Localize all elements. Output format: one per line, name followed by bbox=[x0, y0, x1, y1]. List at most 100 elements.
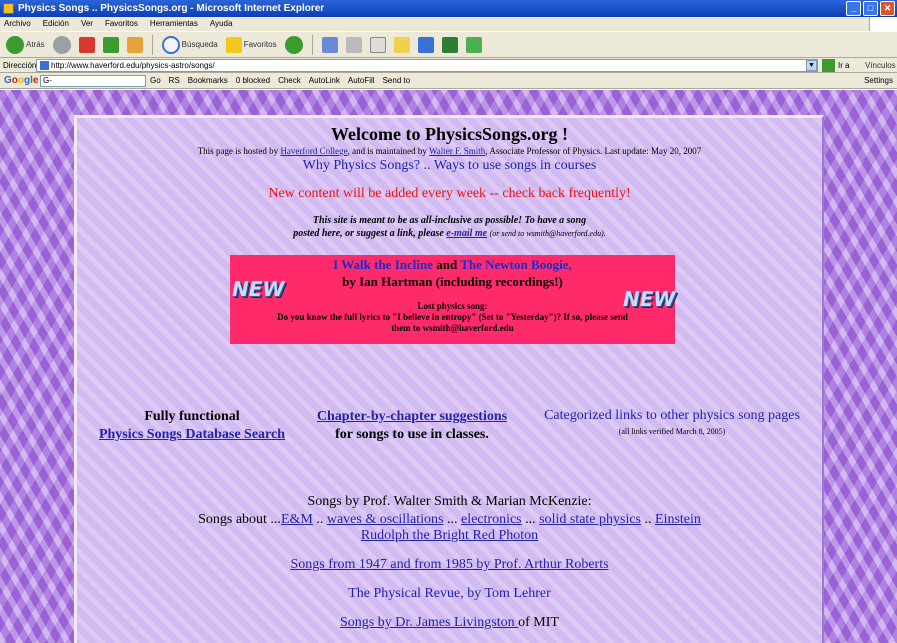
inclusive-notice: This site is meant to be as all-inclusiv… bbox=[247, 214, 652, 240]
google-toolbar-right: Settings bbox=[864, 73, 893, 89]
fully-functional-label: Fully functional bbox=[144, 409, 240, 424]
menu-file[interactable]: Archivo bbox=[4, 17, 31, 31]
google-autolink-button[interactable]: AutoLink bbox=[309, 73, 340, 89]
minimize-button[interactable]: _ bbox=[846, 1, 861, 16]
home-button[interactable] bbox=[125, 34, 145, 56]
categorized-links-link[interactable]: Categorized links to other physics song … bbox=[527, 408, 817, 424]
back-button[interactable]: Atrás bbox=[4, 34, 47, 56]
database-search-column: Fully functional Physics Songs Database … bbox=[87, 408, 297, 444]
google-bookmarks-button[interactable]: Bookmarks bbox=[188, 73, 228, 89]
database-search-link[interactable]: Physics Songs Database Search bbox=[99, 427, 285, 442]
walter-smith-link[interactable]: Walter F. Smith bbox=[429, 146, 485, 156]
electronics-songs-link[interactable]: electronics bbox=[461, 512, 522, 527]
maximize-button[interactable]: □ bbox=[863, 1, 878, 16]
google-search-input[interactable]: G- bbox=[40, 75, 146, 87]
search-icon bbox=[161, 35, 180, 54]
em-songs-link[interactable]: E&M bbox=[281, 512, 313, 527]
menu-favorites[interactable]: Favoritos bbox=[105, 17, 138, 31]
walk-the-incline-link[interactable]: I Walk the Incline bbox=[333, 257, 433, 272]
stop-button[interactable] bbox=[77, 34, 97, 56]
window-titlebar: Physics Songs .. PhysicsSongs.org - Micr… bbox=[0, 0, 897, 17]
why-physics-songs-link[interactable]: Why Physics Songs? .. Ways to use songs … bbox=[77, 158, 822, 174]
inclusive-line2: posted here, or suggest a link, please bbox=[293, 228, 447, 239]
history-button[interactable] bbox=[283, 34, 305, 56]
hosted-suffix: , Associate Professor of Physics. Last u… bbox=[485, 146, 702, 156]
content-panel: Welcome to PhysicsSongs.org ! This page … bbox=[74, 115, 824, 643]
page-viewport: Welcome to PhysicsSongs.org ! This page … bbox=[0, 90, 897, 643]
forward-button[interactable] bbox=[51, 34, 73, 56]
arthur-roberts-link[interactable]: Songs from 1947 and from 1985 by Prof. A… bbox=[290, 557, 608, 572]
links-verified-note: (all links verified March 8, 2005) bbox=[618, 427, 726, 436]
mail-icon bbox=[321, 36, 338, 53]
print-icon bbox=[345, 36, 362, 53]
close-button[interactable]: ✕ bbox=[880, 1, 895, 16]
edit-button[interactable] bbox=[368, 34, 388, 56]
songs-by-smith: Songs by Prof. Walter Smith & Marian McK… bbox=[77, 493, 822, 529]
google-autofill-button[interactable]: AutoFill bbox=[348, 73, 375, 89]
lost-song-body: Do you know the full lyrics to "I believ… bbox=[277, 312, 628, 333]
physical-revue-link[interactable]: The Physical Revue, by Tom Lehrer bbox=[77, 586, 822, 602]
google-go-button[interactable]: Go bbox=[150, 73, 161, 89]
hosted-line: This page is hosted by Haverford College… bbox=[77, 146, 822, 156]
page-title: Welcome to PhysicsSongs.org ! bbox=[331, 124, 568, 144]
window-controls: _ □ ✕ bbox=[846, 1, 895, 16]
download-icon bbox=[441, 36, 458, 53]
browser-toolbar: Atrás Búsqueda Favoritos bbox=[0, 31, 897, 58]
toolbar-separator bbox=[151, 34, 153, 55]
featured-and: and bbox=[432, 257, 461, 272]
messenger-button[interactable] bbox=[464, 34, 484, 56]
new-content-notice: New content will be added every week -- … bbox=[268, 186, 631, 201]
back-label: Atrás bbox=[26, 40, 45, 49]
links-button[interactable]: Vínculos bbox=[865, 58, 896, 73]
menu-bar: Archivo Edición Ver Favoritos Herramient… bbox=[0, 17, 897, 31]
arthur-roberts-row: Songs from 1947 and from 1985 by Prof. A… bbox=[77, 557, 822, 573]
download-button[interactable] bbox=[440, 34, 460, 56]
refresh-button[interactable] bbox=[101, 34, 121, 56]
search-label: Búsqueda bbox=[181, 40, 218, 49]
rudolph-row: Rudolph the Bright Red Photon bbox=[77, 528, 822, 544]
mail-button[interactable] bbox=[320, 34, 340, 56]
google-sendto-button[interactable]: Send to bbox=[383, 73, 411, 89]
livingston-suffix: of MIT bbox=[518, 615, 559, 630]
edit-icon bbox=[369, 36, 386, 53]
menu-edit[interactable]: Edición bbox=[43, 17, 69, 31]
livingston-link[interactable]: Songs by Dr. James Livingston bbox=[340, 615, 518, 630]
haverford-link[interactable]: Haverford College bbox=[280, 146, 347, 156]
google-toolbar-items: Go RS Bookmarks 0 blocked Check AutoLink… bbox=[150, 73, 410, 89]
address-dropdown-button[interactable]: ▼ bbox=[806, 60, 817, 71]
rudolph-link[interactable]: Rudolph the Bright Red Photon bbox=[361, 528, 538, 543]
einstein-songs-link[interactable]: Einstein bbox=[655, 512, 701, 527]
go-button[interactable]: Ir a bbox=[838, 58, 850, 73]
email-me-link[interactable]: e-mail me bbox=[446, 228, 487, 239]
research-button[interactable] bbox=[416, 34, 436, 56]
forward-arrow-icon bbox=[52, 35, 71, 54]
page-icon bbox=[40, 61, 49, 70]
google-settings-button[interactable]: Settings bbox=[864, 73, 893, 89]
menu-tools[interactable]: Herramientas bbox=[150, 17, 198, 31]
address-label: Dirección bbox=[3, 61, 37, 70]
go-arrow-icon[interactable] bbox=[822, 59, 835, 72]
waves-songs-link[interactable]: waves & oscillations bbox=[327, 512, 444, 527]
print-button[interactable] bbox=[344, 34, 364, 56]
ie-icon bbox=[3, 3, 14, 14]
address-input[interactable]: http://www.haverford.edu/physics-astro/s… bbox=[36, 59, 818, 72]
google-rs-button[interactable]: RS bbox=[169, 73, 180, 89]
songs-about-line: Songs about ...E&M .. waves & oscillatio… bbox=[198, 512, 701, 527]
chapter-suggestions-link[interactable]: Chapter-by-chapter suggestions bbox=[317, 409, 507, 424]
favorites-button[interactable]: Favoritos bbox=[224, 34, 279, 56]
menu-view[interactable]: Ver bbox=[81, 17, 93, 31]
google-popup-blocked[interactable]: 0 blocked bbox=[236, 73, 270, 89]
search-button[interactable]: Búsqueda bbox=[160, 34, 220, 56]
google-toolbar: Google G- Go RS Bookmarks 0 blocked Chec… bbox=[0, 73, 897, 89]
folder-button[interactable] bbox=[392, 34, 412, 56]
chapter-suggestions-text: for songs to use in classes. bbox=[335, 427, 489, 442]
research-icon bbox=[417, 36, 434, 53]
google-logo: Google bbox=[4, 75, 39, 86]
home-icon bbox=[126, 36, 143, 53]
newton-boogie-link[interactable]: The Newton Boogie, bbox=[460, 257, 572, 272]
menu-help[interactable]: Ayuda bbox=[210, 17, 233, 31]
lost-song-title: Lost physics song: bbox=[417, 301, 488, 311]
google-check-button[interactable]: Check bbox=[278, 73, 301, 89]
window-title: Physics Songs .. PhysicsSongs.org - Micr… bbox=[18, 3, 325, 14]
solid-state-songs-link[interactable]: solid state physics bbox=[539, 512, 641, 527]
